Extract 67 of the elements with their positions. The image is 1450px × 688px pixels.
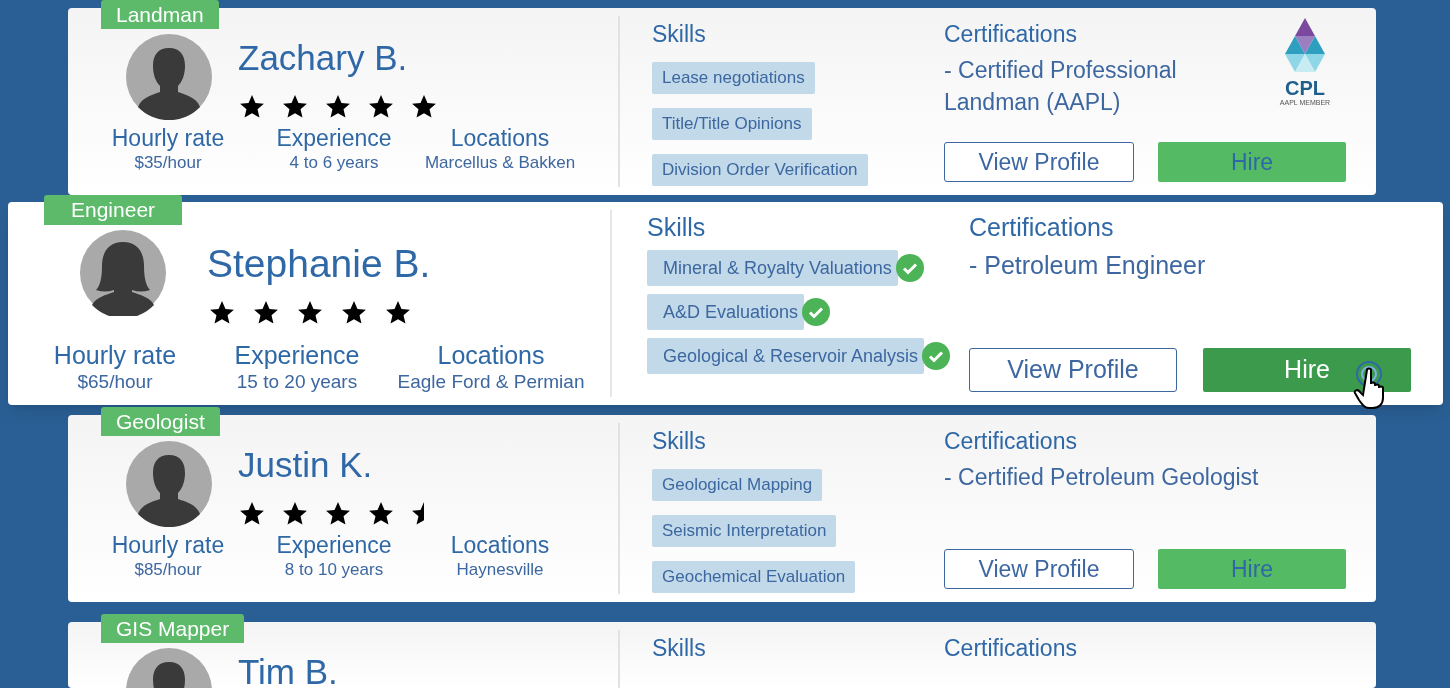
stat-label: Experience [276, 531, 392, 559]
star-icon [411, 94, 437, 120]
stat-value: 15 to 20 years [236, 370, 358, 394]
skills-heading: Skills [652, 20, 707, 48]
stat-value: 8 to 10 years [284, 559, 384, 581]
badge-title: CPL [1285, 78, 1325, 98]
stat-label: Experience [276, 124, 392, 152]
star-icon [239, 501, 265, 527]
stat-label: Locations [437, 340, 545, 370]
person-name: Stephanie B. [207, 242, 431, 286]
certifications-heading: Certifications [944, 634, 1078, 662]
role-tag: Geologist [101, 407, 220, 436]
certification-text: - Certified Professional Landman (AAPL) [944, 56, 1178, 117]
view-profile-button[interactable]: View Profile [944, 142, 1134, 182]
star-icon [282, 501, 308, 527]
role-tag: GIS Mapper [101, 614, 245, 643]
stat-value: Eagle Ford & Permian [397, 370, 585, 394]
stat-label: Hourly rate [53, 340, 177, 370]
skills-heading: Skills [652, 634, 707, 662]
stat-label: Hourly rate [111, 531, 225, 559]
stat-value: Haynesville [456, 559, 544, 581]
star-icon [239, 94, 265, 120]
stat-value: $65/hour [77, 370, 153, 394]
role-tag: Landman [101, 0, 219, 29]
skills-heading: Skills [652, 427, 707, 455]
skill-tag: Geological & Reservoir Analysis [647, 338, 925, 374]
skills-heading: Skills [647, 212, 707, 242]
skill-tag: Geochemical Evaluation [652, 561, 856, 593]
certifications-heading: Certifications [944, 427, 1078, 455]
person-name: Justin K. [238, 445, 374, 485]
stat-value: $35/hour [134, 152, 202, 174]
star-icon [341, 300, 367, 326]
certifications-heading: Certifications [969, 212, 1115, 242]
view-profile-button[interactable]: View Profile [944, 549, 1134, 589]
stat-value: $85/hour [134, 559, 202, 581]
person-name: Zachary B. [238, 38, 409, 78]
star-icon [253, 300, 279, 326]
stat-label: Locations [450, 531, 550, 559]
star-icon [385, 300, 411, 326]
skill-tag: Title/Title Opinions [652, 108, 812, 140]
role-tag: Engineer [44, 195, 183, 225]
view-profile-button[interactable]: View Profile [969, 348, 1177, 392]
skill-tag: Geological Mapping [652, 469, 823, 501]
star-icon [368, 501, 394, 527]
stat-label: Experience [234, 340, 360, 370]
skill-tag: Mineral & Royalty Valuations [647, 250, 898, 286]
star-icon [325, 501, 351, 527]
star-icon [282, 94, 308, 120]
certification-text: - Certified Petroleum Geologist [944, 463, 1260, 492]
stat-label: Locations [450, 124, 550, 152]
star-icon [325, 94, 351, 120]
skill-tag: Division Order Verification [652, 154, 868, 186]
star-icon [368, 94, 394, 120]
star-icon [209, 300, 235, 326]
stat-value: 4 to 6 years [289, 152, 379, 174]
skill-tag: Lease negotiations [652, 62, 815, 94]
triangle-logo-icon [1285, 18, 1325, 74]
star-icon [297, 300, 323, 326]
certification-text: - Petroleum Engineer [969, 250, 1207, 281]
certifications-heading: Certifications [944, 20, 1078, 48]
stat-label: Hourly rate [111, 124, 225, 152]
hire-button[interactable]: Hire [1203, 348, 1411, 392]
skill-tag: A&D Evaluations [647, 294, 805, 330]
skill-tag: Seismic Interpretation [652, 515, 837, 547]
person-name: Tim B. [238, 652, 338, 688]
star-icon [411, 501, 424, 527]
stat-value: Marcellus & Bakken [424, 152, 576, 174]
